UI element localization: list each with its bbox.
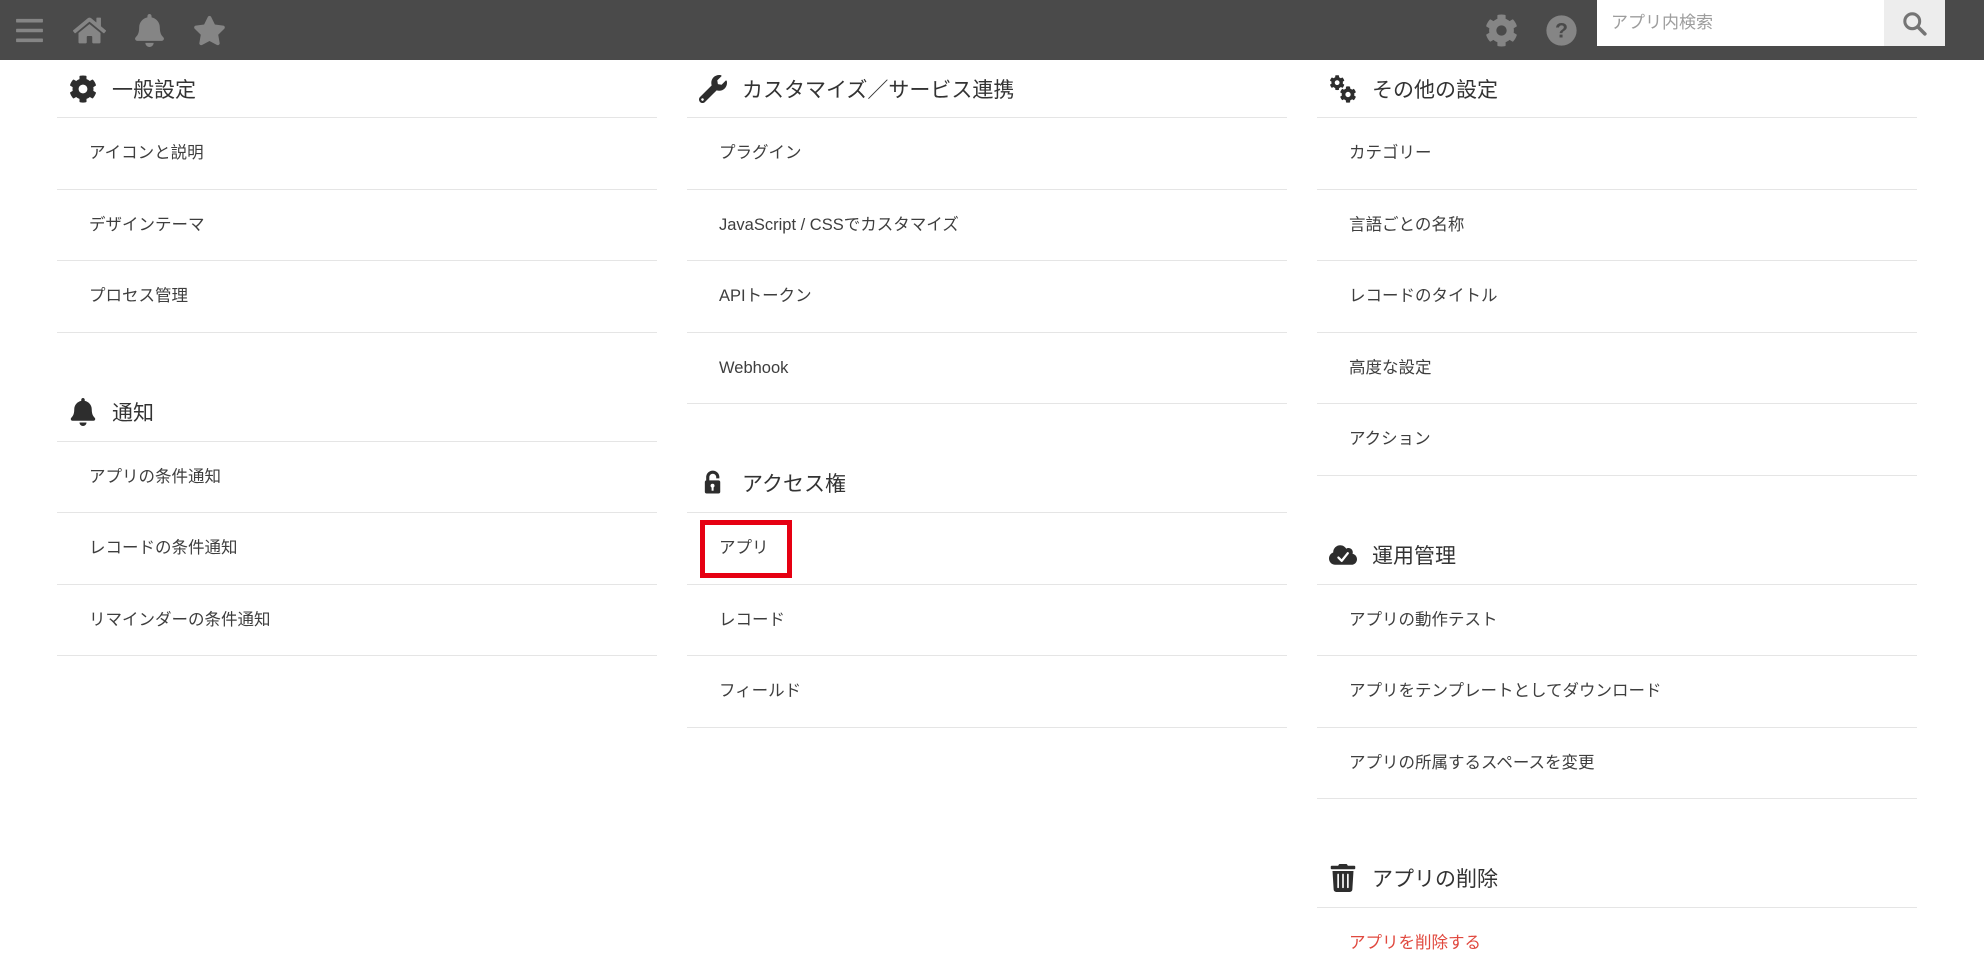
magnifier-icon	[1903, 11, 1927, 36]
section-header-app-deletion: アプリの削除	[1317, 849, 1917, 908]
settings-item[interactable]: APIトークン	[687, 261, 1287, 333]
in-app-search	[1597, 0, 1945, 46]
home-icon[interactable]	[73, 14, 106, 47]
settings-item-label: アプリをテンプレートとしてダウンロード	[1349, 682, 1662, 700]
settings-item-label: フィールド	[719, 682, 802, 700]
gear-icon[interactable]	[1485, 14, 1518, 47]
settings-item-label: Webhook	[719, 358, 789, 377]
settings-item[interactable]: 言語ごとの名称	[1317, 190, 1917, 261]
settings-item-label: アイコンと説明	[89, 144, 204, 162]
search-input[interactable]	[1597, 0, 1884, 46]
delete-app-link[interactable]: アプリを削除する	[1317, 908, 1917, 953]
settings-item[interactable]: アプリの条件通知	[57, 442, 657, 513]
settings-item-label: 言語ごとの名称	[1349, 215, 1465, 234]
settings-item[interactable]: アプリをテンプレートとしてダウンロード	[1317, 656, 1917, 728]
section-header-customize-integration: カスタマイズ／サービス連携	[687, 60, 1287, 118]
settings-item[interactable]: デザインテーマ	[57, 190, 657, 261]
section-title: 一般設定	[112, 78, 196, 102]
section-title: アプリの削除	[1372, 868, 1498, 891]
bell-icon	[69, 397, 97, 426]
settings-item-label: デザインテーマ	[89, 215, 205, 234]
trash-icon	[1329, 864, 1357, 892]
settings-item-label: リマインダーの条件通知	[89, 610, 271, 629]
settings-item[interactable]: アプリの動作テスト	[1317, 585, 1917, 656]
settings-item-label: プラグイン	[719, 144, 802, 162]
gear-icon	[69, 74, 97, 103]
settings-item-label: APIトークン	[719, 287, 812, 305]
settings-item-label: アプリの動作テスト	[1349, 610, 1498, 629]
section-header-general-settings: 一般設定	[57, 60, 657, 118]
menu-icon[interactable]	[13, 14, 46, 47]
settings-item[interactable]: レコード	[687, 585, 1287, 656]
settings-item[interactable]: アプリ	[687, 513, 1287, 585]
settings-item[interactable]: レコードの条件通知	[57, 513, 657, 585]
section-title: カスタマイズ／サービス連携	[742, 78, 1015, 102]
settings-item-label: アプリの所属するスペースを変更	[1349, 753, 1595, 772]
settings-item[interactable]: アクション	[1317, 404, 1917, 476]
settings-item-label: アプリ	[719, 539, 769, 557]
app-settings-grid: 一般設定アイコンと説明 デザインテーマ プロセス管理通知アプリの条件通知 レコードの条…	[0, 60, 1984, 953]
settings-column-2: カスタマイズ／サービス連携プラグイン JavaScript / CSSでカスタマイ…	[687, 60, 1287, 953]
wrench-icon	[699, 74, 727, 103]
settings-item-label: レコードのタイトル	[1349, 287, 1498, 305]
bell-icon[interactable]	[133, 13, 166, 47]
settings-item-label: レコードの条件通知	[89, 539, 238, 557]
section-header-operations-management: 運用管理	[1317, 526, 1917, 585]
settings-column-3: その他の設定カテゴリー言語ごとの名称レコードのタイトル 高度な設定アクション運用管…	[1317, 60, 1917, 953]
star-icon[interactable]	[193, 14, 226, 47]
top-navigation-bar: ?	[0, 0, 1984, 60]
section-title: 運用管理	[1372, 544, 1456, 568]
settings-item-label: アプリの条件通知	[89, 467, 221, 486]
settings-item[interactable]: アイコンと説明	[57, 118, 657, 190]
settings-item-label: アプリを削除する	[1349, 934, 1481, 952]
topbar-right-icons: ?	[1485, 14, 1578, 47]
settings-item-label: カテゴリー	[1349, 144, 1432, 162]
settings-item[interactable]: カテゴリー	[1317, 118, 1917, 190]
settings-item[interactable]: フィールド	[687, 656, 1287, 728]
search-button[interactable]	[1884, 0, 1945, 46]
settings-item-label: レコード	[719, 610, 785, 629]
section-header-permissions: アクセス権	[687, 454, 1287, 513]
section-title: アクセス権	[742, 473, 846, 496]
gears-icon	[1329, 74, 1357, 103]
settings-item-label: プロセス管理	[89, 287, 188, 305]
settings-item[interactable]: プロセス管理	[57, 261, 657, 333]
settings-column-1: 一般設定アイコンと説明 デザインテーマ プロセス管理通知アプリの条件通知 レコードの条…	[57, 60, 657, 953]
settings-item-label: 高度な設定	[1349, 358, 1432, 377]
section-header-other-settings: その他の設定	[1317, 60, 1917, 118]
settings-item[interactable]: JavaScript / CSSでカスタマイズ	[687, 190, 1287, 261]
cloud-check-icon	[1329, 541, 1357, 569]
settings-item[interactable]: レコードのタイトル	[1317, 261, 1917, 333]
help-icon[interactable]: ?	[1545, 14, 1578, 47]
settings-item[interactable]: 高度な設定	[1317, 333, 1917, 404]
section-header-notifications: 通知	[57, 383, 657, 442]
settings-item[interactable]: リマインダーの条件通知	[57, 585, 657, 656]
settings-item[interactable]: Webhook	[687, 333, 1287, 404]
settings-item[interactable]: アプリの所属するスペースを変更	[1317, 728, 1917, 799]
svg-text:?: ?	[1555, 18, 1568, 42]
section-title: その他の設定	[1372, 78, 1498, 102]
settings-item[interactable]: プラグイン	[687, 118, 1287, 190]
settings-item-label: アクション	[1349, 430, 1431, 448]
settings-item-label: JavaScript / CSSでカスタマイズ	[719, 215, 959, 234]
section-title: 通知	[112, 401, 154, 425]
lock-open-icon	[699, 469, 727, 497]
topbar-left-icons	[0, 13, 226, 47]
